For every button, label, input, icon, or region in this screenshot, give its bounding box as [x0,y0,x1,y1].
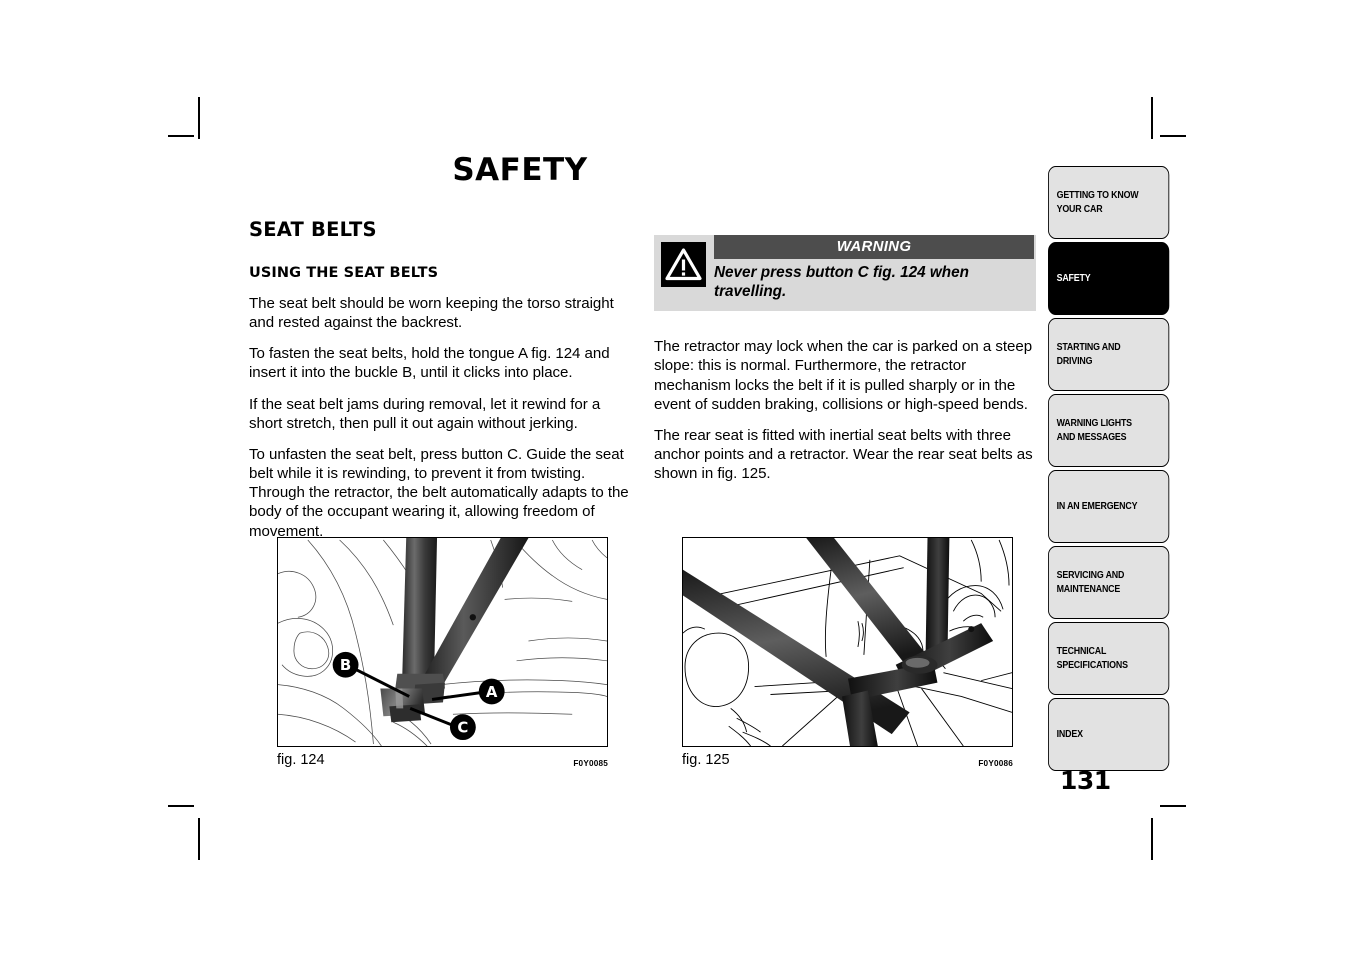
warning-text: Never press button C fig. 124 when trave… [714,264,970,300]
crop-mark-bottom-left-vertical [198,818,200,860]
sidebar-tab-index[interactable]: INDEX [1048,698,1170,771]
body-paragraph: The seat belt should be worn keeping the… [249,295,614,332]
body-paragraph: The rear seat is fitted with inertial se… [654,426,1033,483]
crop-mark-bottom-left-horizontal [168,805,194,807]
figure-124: B A C fig. 124 F0Y0085 [277,537,608,768]
crop-mark-bottom-right-horizontal [1160,805,1186,807]
figure-reference-code: F0Y0086 [978,759,1013,768]
figure-124-image: B A C [277,537,608,747]
figure-125: fig. 125 F0Y0086 [682,537,1013,768]
warning-triangle-icon [661,242,706,287]
crop-mark-top-left-horizontal [168,135,194,137]
subsection-title: USING THE SEAT BELTS [249,265,439,281]
page-number: 131 [1060,766,1111,795]
crop-mark-bottom-right-vertical [1151,818,1153,860]
svg-text:A: A [486,683,498,701]
sidebar-tab-getting-to-know-your-car[interactable]: GETTING TO KNOW YOUR CAR [1048,166,1170,239]
warning-header: WARNING [714,235,1034,259]
left-text-column: SEAT BELTS USING THE SEAT BELTS The seat… [249,218,634,541]
figure-124-caption: fig. 124 F0Y0085 [277,752,608,768]
sidebar-tab-starting-and-driving[interactable]: STARTING AND DRIVING [1048,318,1170,391]
sidebar-tab-servicing-and-maintenance[interactable]: SERVICING AND MAINTENANCE [1048,546,1170,619]
body-paragraph: If the seat belt jams during removal, le… [249,395,601,432]
sidebar-tab-warning-lights-and-messages[interactable]: WARNING LIGHTS AND MESSAGES [1048,394,1170,467]
page-title: SAFETY [452,152,588,188]
right-text-column: WARNING Never press button C fig. 124 wh… [654,228,1039,483]
figure-125-image [682,537,1013,747]
crop-mark-top-right-vertical [1151,97,1153,139]
svg-text:C: C [457,719,468,737]
body-paragraph: To fasten the seat belts, hold the tongu… [249,345,610,382]
sidebar-tab-in-an-emergency[interactable]: IN AN EMERGENCY [1048,470,1170,543]
sidebar-tab-label: IN AN EMERGENCY [1056,500,1138,512]
figure-caption-label: fig. 124 [277,752,325,768]
crop-mark-top-left-vertical [198,97,200,139]
figure-125-caption: fig. 125 F0Y0086 [682,752,1013,768]
sidebar-tab-label: TECHNICAL SPECIFICATIONS [1056,646,1128,671]
warning-box: WARNING Never press button C fig. 124 wh… [654,235,1036,312]
sidebar-tab-technical-specifications[interactable]: TECHNICAL SPECIFICATIONS [1048,622,1170,695]
sidebar-tab-label: SERVICING AND MAINTENANCE [1056,570,1125,595]
body-paragraph: To unfasten the seat belt, press button … [249,445,629,540]
sidebar-tab-navigation: GETTING TO KNOW YOUR CAR SAFETY STARTING … [1048,166,1170,774]
svg-text:B: B [340,656,351,674]
sidebar-tab-label: STARTING AND DRIVING [1056,342,1121,367]
sidebar-tab-label: SAFETY [1056,272,1091,284]
figure-reference-code: F0Y0085 [573,759,608,768]
section-title: SEAT BELTS [249,218,377,241]
figure-caption-label: fig. 125 [682,752,730,768]
sidebar-tab-label: GETTING TO KNOW YOUR CAR [1056,190,1139,215]
sidebar-tab-safety[interactable]: SAFETY [1048,242,1170,315]
crop-mark-top-right-horizontal [1160,135,1186,137]
sidebar-tab-label: WARNING LIGHTS AND MESSAGES [1056,418,1133,443]
body-paragraph: The retractor may lock when the car is p… [654,338,1033,413]
sidebar-tab-label: INDEX [1056,728,1083,740]
